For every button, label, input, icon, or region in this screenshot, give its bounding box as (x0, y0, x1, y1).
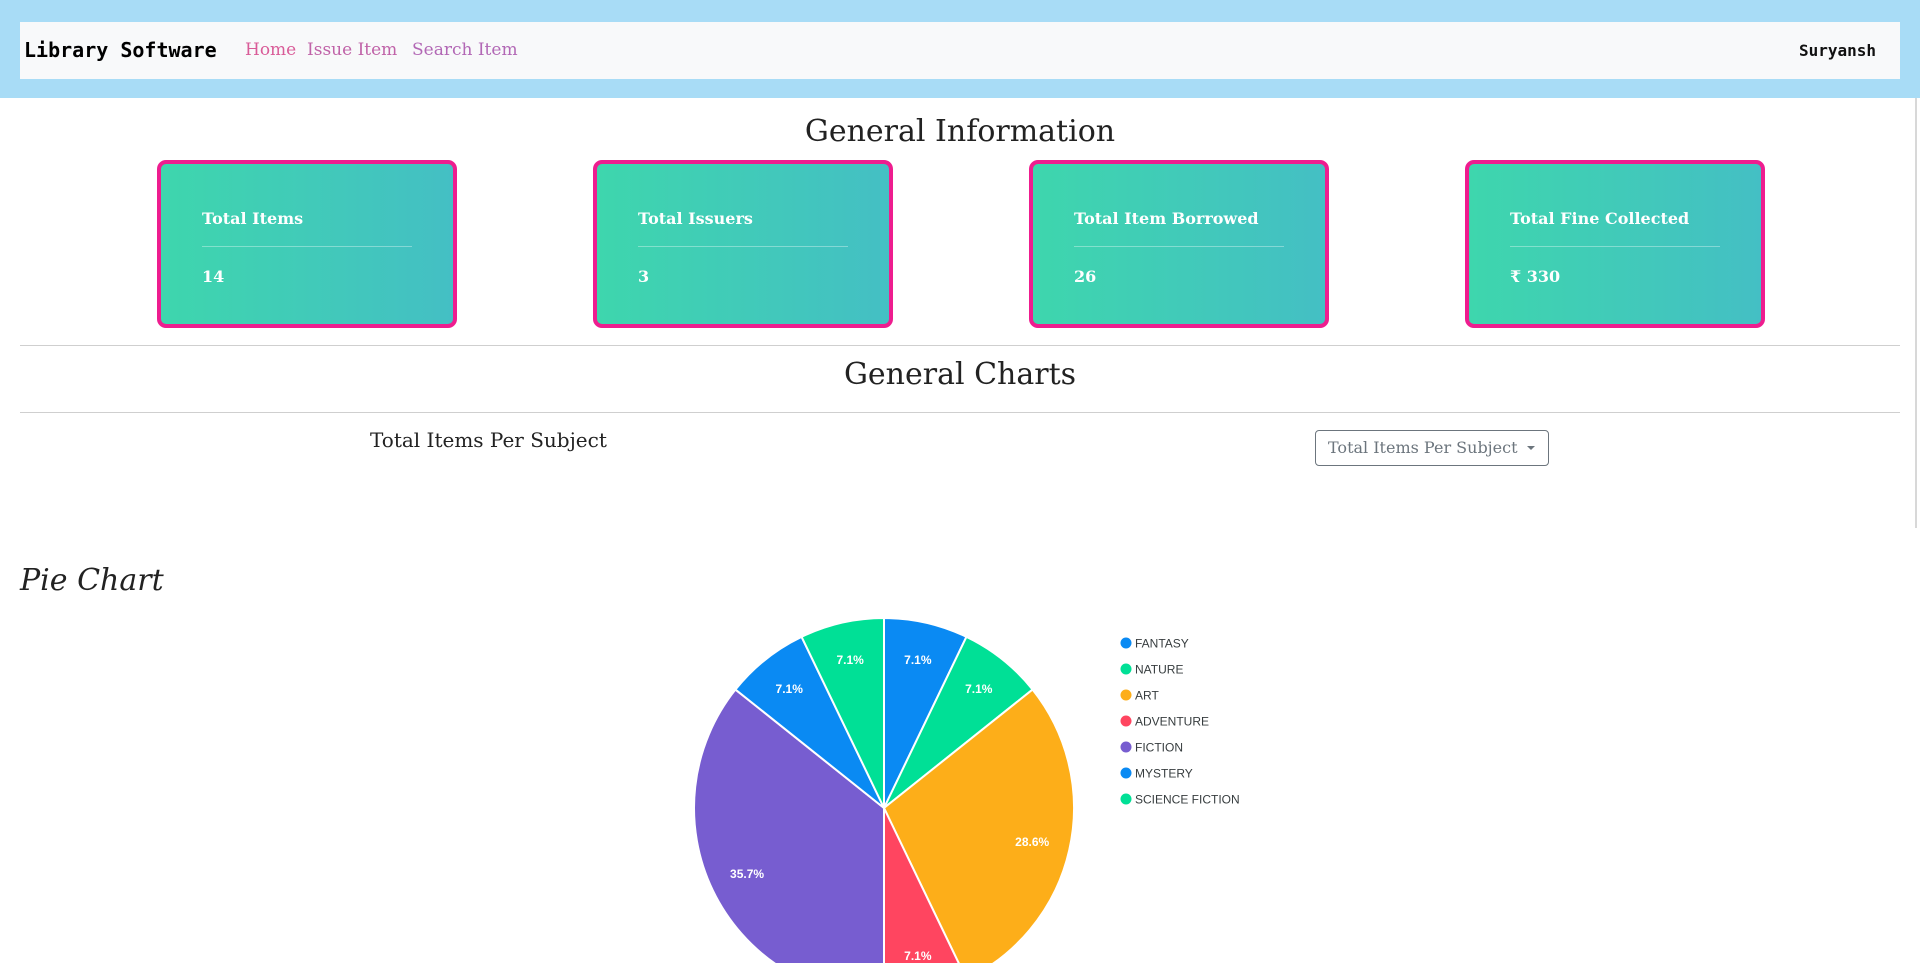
nav-issue-item-link[interactable]: Issue Item (307, 40, 397, 60)
legend-marker[interactable] (1120, 637, 1132, 649)
legend-label[interactable]: SCIENCE FICTION (1135, 793, 1240, 807)
pie-slice-label: 35.7% (730, 867, 764, 881)
nav-home-link[interactable]: Home (245, 40, 296, 60)
legend-label[interactable]: NATURE (1135, 663, 1183, 677)
card-divider (1074, 246, 1284, 247)
nav-search-item-link[interactable]: Search Item (412, 40, 518, 60)
card-label: Total Items (202, 209, 304, 228)
stat-card-total-items: Total Items 14 (157, 160, 457, 328)
general-charts-title: General Charts (843, 357, 1077, 392)
section-divider (20, 345, 1900, 346)
general-information-title: General Information (804, 114, 1116, 149)
chart-select-dropdown[interactable]: Total Items Per Subject (1315, 430, 1549, 466)
legend-marker[interactable] (1120, 767, 1132, 779)
legend-label[interactable]: ADVENTURE (1135, 715, 1209, 729)
pie-slice-label: 7.1% (776, 682, 804, 696)
pie-slice-label: 7.1% (965, 682, 993, 696)
dropdown-selected-label: Total Items Per Subject (1328, 438, 1518, 457)
pie-slice-label: 7.1% (904, 949, 932, 963)
legend-marker[interactable] (1120, 793, 1132, 805)
user-name[interactable]: Suryansh (1799, 41, 1876, 60)
card-value: ₹ 330 (1510, 267, 1561, 286)
legend-marker[interactable] (1120, 741, 1132, 753)
legend-marker[interactable] (1120, 715, 1132, 727)
section-divider (20, 412, 1900, 413)
legend-label[interactable]: FICTION (1135, 741, 1183, 755)
stat-card-total-issuers: Total Issuers 3 (593, 160, 893, 328)
pie-slice-label: 7.1% (836, 653, 864, 667)
card-label: Total Fine Collected (1510, 209, 1690, 228)
card-divider (1510, 246, 1720, 247)
card-divider (202, 246, 412, 247)
card-value: 14 (202, 267, 225, 286)
card-value: 3 (638, 267, 650, 286)
legend-marker[interactable] (1120, 663, 1132, 675)
navbar: Library Software Home Issue Item Search … (20, 22, 1900, 79)
legend-label[interactable]: ART (1135, 689, 1159, 703)
legend-marker[interactable] (1120, 689, 1132, 701)
scrollbar[interactable] (1915, 98, 1917, 528)
pie-slice-label: 28.6% (1015, 835, 1049, 849)
legend-label[interactable]: MYSTERY (1135, 767, 1193, 781)
pie-slice-label: 7.1% (904, 653, 932, 667)
card-value: 26 (1074, 267, 1097, 286)
card-label: Total Item Borrowed (1074, 209, 1259, 228)
brand-logo[interactable]: Library Software (24, 38, 217, 62)
stat-card-total-fine-collected: Total Fine Collected ₹ 330 (1465, 160, 1765, 328)
pie-chart: 7.1% 7.1% 28.6% 7.1% 35.7% 7.1% 7.1% FANTASY NAT… (693, 616, 1240, 963)
stat-card-total-item-borrowed: Total Item Borrowed 26 (1029, 160, 1329, 328)
chart-subtitle: Total Items Per Subject (370, 428, 607, 452)
card-divider (638, 246, 848, 247)
legend-label[interactable]: FANTASY (1135, 637, 1189, 651)
card-label: Total Issuers (638, 209, 753, 228)
pie-chart-heading: Pie Chart (20, 563, 164, 598)
caret-down-icon (1527, 446, 1535, 450)
